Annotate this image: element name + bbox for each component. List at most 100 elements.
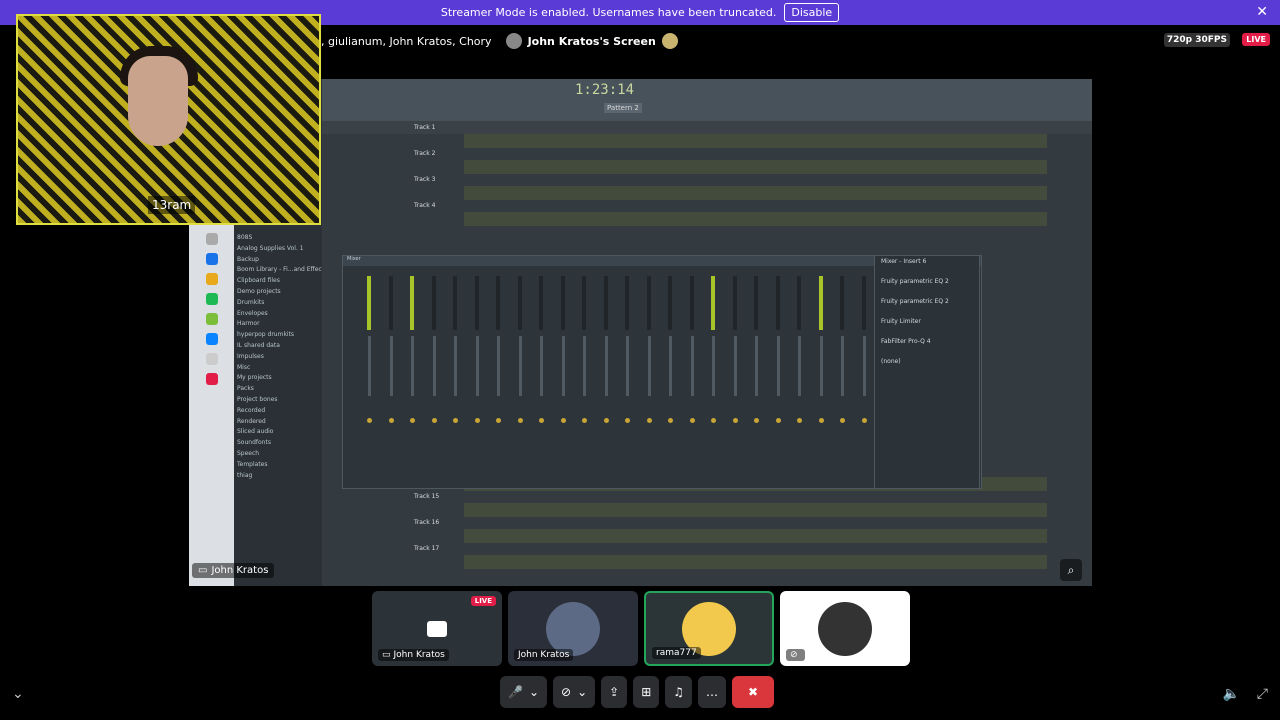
browser-folder[interactable]: Harmor — [237, 319, 331, 330]
browser-folder[interactable]: Misc — [237, 363, 331, 374]
browser-folder[interactable]: Sliced audio — [237, 427, 331, 438]
browser-folder[interactable]: Envelopes — [237, 309, 331, 320]
mixer-knob[interactable] — [517, 418, 523, 423]
soundboard-button[interactable]: ♫ — [665, 676, 693, 708]
browser-folder[interactable]: Impulses — [237, 352, 331, 363]
app-icon[interactable] — [205, 373, 218, 385]
volume-icon[interactable]: 🔈 — [1223, 686, 1240, 702]
mixer-fader[interactable] — [518, 336, 522, 396]
mixer-knob[interactable] — [367, 418, 372, 423]
mixer-fx-panel[interactable]: Mixer - Insert 6 Fruity parametric EQ 2 … — [874, 255, 980, 489]
browser-folder[interactable]: Speech — [237, 449, 331, 460]
mixer-fader[interactable] — [776, 336, 780, 396]
mixer-knob[interactable] — [560, 418, 566, 423]
mixer-knob[interactable] — [797, 418, 802, 423]
playlist-lane[interactable] — [464, 555, 1047, 569]
playlist-lane[interactable] — [464, 503, 1047, 517]
mixer-knob[interactable] — [861, 418, 867, 423]
mixer-fader[interactable] — [475, 336, 479, 396]
browser-folder[interactable]: Boom Library - Fi...and Effects WAV — [237, 265, 331, 276]
browser-folder[interactable]: IL shared data — [237, 341, 331, 352]
browser-folder[interactable]: 808S — [237, 233, 331, 244]
mixer-fader[interactable] — [669, 336, 672, 396]
browser-folder[interactable]: My projects — [237, 373, 331, 384]
mixer-fader[interactable] — [626, 336, 629, 396]
mixer-fader[interactable] — [583, 336, 586, 396]
mixer-knob[interactable] — [603, 418, 609, 423]
browser-folder[interactable]: Backup — [237, 255, 331, 266]
mixer-knob[interactable] — [646, 418, 652, 423]
playlist-lane[interactable] — [464, 186, 1047, 200]
more-button[interactable]: … — [698, 676, 727, 708]
mixer-fader[interactable] — [368, 336, 371, 396]
participant-tile[interactable]: John Kratos — [508, 591, 638, 666]
screen-share-view[interactable]: 808S Analog Supplies Vol. 1 Backup Boom Lib… — [189, 79, 1092, 586]
browser-folder[interactable]: Rendered — [237, 417, 331, 428]
screen-share-button[interactable]: ⇪ — [601, 676, 628, 708]
disable-streamer-mode-button[interactable]: Disable — [784, 3, 840, 22]
fx-slot[interactable]: Fruity Limiter — [875, 316, 979, 336]
steam-icon[interactable] — [205, 253, 218, 265]
pattern-selector[interactable]: Pattern 2 — [604, 103, 642, 113]
mixer-knob[interactable] — [496, 418, 501, 423]
mixer-fader[interactable] — [647, 336, 651, 396]
chrome-icon[interactable] — [205, 273, 218, 285]
fx-slot[interactable]: Fruity parametric EQ 2 — [875, 296, 979, 316]
mixer-fader[interactable] — [755, 336, 758, 396]
mixer-knob[interactable] — [539, 418, 544, 423]
app-icon[interactable] — [205, 333, 218, 345]
mixer-knob[interactable] — [775, 418, 781, 423]
fx-none[interactable]: (none) — [875, 356, 979, 376]
disconnect-button[interactable]: ✖ — [732, 676, 775, 708]
browser-folder[interactable]: Recorded — [237, 406, 331, 417]
settings-icon[interactable] — [205, 233, 218, 245]
fullscreen-icon[interactable]: ⤢ — [1257, 686, 1268, 702]
mixer-fader[interactable] — [432, 336, 436, 396]
mixer-knob[interactable] — [582, 418, 587, 423]
mixer-knob[interactable] — [689, 418, 695, 423]
participant-tile[interactable]: rama777 — [644, 591, 774, 666]
fx-slot[interactable]: Fruity parametric EQ 2 — [875, 276, 979, 296]
mixer-knob[interactable] — [625, 418, 630, 423]
mixer-fader[interactable] — [690, 336, 694, 396]
mixer-knob[interactable] — [840, 418, 845, 423]
browser-folder[interactable]: Packs — [237, 384, 331, 395]
spotify-icon[interactable] — [205, 293, 218, 305]
activities-button[interactable]: ⊞ — [633, 676, 660, 708]
mixer-knob[interactable] — [818, 418, 824, 423]
browser-folder[interactable]: Soundfonts — [237, 438, 331, 449]
mixer-fader[interactable] — [411, 336, 414, 396]
mixer-knob[interactable] — [388, 418, 394, 423]
mixer-knob[interactable] — [711, 418, 716, 423]
mixer-knob[interactable] — [431, 418, 437, 423]
mixer-knob[interactable] — [410, 418, 415, 423]
camera-button[interactable]: ⊘ ⌄ — [553, 676, 596, 708]
mixer-fader[interactable] — [561, 336, 565, 396]
mixer-fader[interactable] — [454, 336, 457, 396]
playlist-lane[interactable] — [464, 160, 1047, 174]
close-icon[interactable]: ✕ — [1256, 4, 1268, 20]
mixer-fader[interactable] — [604, 336, 608, 396]
mixer-knob[interactable] — [754, 418, 759, 423]
browser-folder[interactable]: Templates — [237, 460, 331, 471]
chevron-down-icon[interactable]: ⌄ — [12, 686, 24, 702]
browser-folder[interactable]: hyperpop drumkits — [237, 330, 331, 341]
mixer-fader[interactable] — [389, 336, 393, 396]
mixer-fader[interactable] — [497, 336, 500, 396]
browser-folder[interactable]: Project bones — [237, 395, 331, 406]
participant-tile[interactable]: ⊘ — [780, 591, 910, 666]
zoom-icon[interactable]: ⌕ — [1060, 559, 1082, 581]
mixer-fader[interactable] — [819, 336, 823, 396]
playlist-lane[interactable] — [464, 529, 1047, 543]
mixer-fader[interactable] — [733, 336, 737, 396]
mixer-fader[interactable] — [841, 336, 844, 396]
fx-slot[interactable]: FabFilter Pro-Q 4 — [875, 336, 979, 356]
mixer-fader[interactable] — [862, 336, 866, 396]
browser-folder[interactable]: thiag — [237, 471, 331, 482]
microphone-button[interactable]: 🎤 ⌄ — [500, 676, 548, 708]
mixer-knob[interactable] — [668, 418, 673, 423]
mixer-fader[interactable] — [798, 336, 801, 396]
mixer-fader[interactable] — [540, 336, 543, 396]
mixer-knob[interactable] — [732, 418, 738, 423]
app-icon[interactable] — [205, 313, 218, 325]
